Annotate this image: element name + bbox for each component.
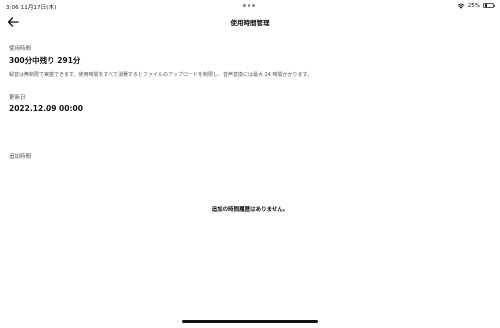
status-bar: 3:06 11月17日(木) 25% <box>0 0 500 12</box>
renewal-section: 更新日 <box>9 93 491 101</box>
home-indicator[interactable] <box>182 320 318 323</box>
wifi-icon <box>457 3 465 9</box>
page-title: 使用時間管理 <box>230 19 270 27</box>
status-indicators: 25% <box>457 2 495 9</box>
additional-label: 追加時間 <box>9 154 32 160</box>
usage-label: 使用時間 <box>9 46 32 52</box>
status-time-date: 3:06 11月17日(木) <box>6 3 56 11</box>
usage-note-row: 録音は無制限で実施できます。使用時間をすべて消費するとファイルのアップロードを制… <box>9 71 491 78</box>
renewal-value-row: 2022.12.09 00:00 <box>9 104 491 113</box>
usage-section: 使用時間 <box>9 44 491 52</box>
status-date: 11月17日(木) <box>20 5 57 11</box>
app-screen: 3:06 11月17日(木) 25% 使用時間管理 使用時間 300分中残り 2… <box>0 0 500 328</box>
additional-section: 追加時間 <box>9 152 491 160</box>
renewal-value: 2022.12.09 00:00 <box>9 104 83 113</box>
usage-note: 録音は無制限で実施できます。使用時間をすべて消費するとファイルのアップロードを制… <box>9 72 312 78</box>
battery-percent: 25% <box>467 2 480 9</box>
usage-value-row: 300分中残り 291分 <box>9 55 491 66</box>
usage-value: 300分中残り 291分 <box>9 56 81 65</box>
multitasking-dots-icon[interactable] <box>243 4 255 7</box>
battery-level-fill <box>484 4 487 7</box>
battery-icon <box>483 2 495 9</box>
renewal-label: 更新日 <box>9 95 26 101</box>
navigation-bar: 使用時間管理 <box>0 12 500 32</box>
empty-history-message: 追加の時間履歴はありません。 <box>211 207 289 213</box>
status-time: 3:06 <box>6 5 19 11</box>
